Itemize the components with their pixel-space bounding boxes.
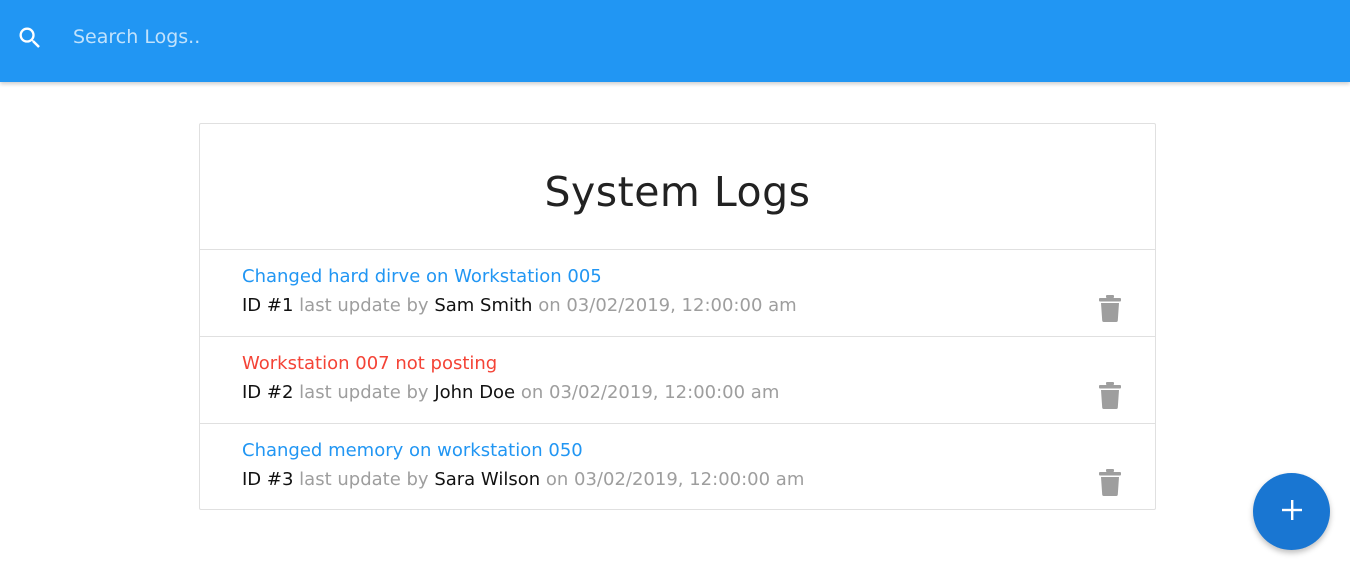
last-update-label: last update by xyxy=(299,295,429,316)
logs-header: System Logs xyxy=(200,124,1155,250)
search-input[interactable] xyxy=(73,20,1273,54)
delete-icon[interactable] xyxy=(1099,382,1121,409)
log-message-link[interactable]: Changed memory on workstation 050 xyxy=(242,440,583,461)
page-title: System Logs xyxy=(544,167,811,216)
log-item: Changed hard dirve on Workstation 005 ID… xyxy=(200,250,1155,337)
log-id: ID #2 xyxy=(242,382,294,403)
log-tech: John Doe xyxy=(434,382,516,403)
log-meta: ID #3 last update by Sara Wilson on 03/0… xyxy=(242,469,804,490)
search-icon[interactable] xyxy=(16,24,44,52)
log-meta: ID #2 last update by John Doe on 03/02/2… xyxy=(242,382,779,403)
add-log-button[interactable] xyxy=(1253,473,1330,550)
logs-collection: System Logs Changed hard dirve on Workst… xyxy=(199,123,1156,510)
on-label: on xyxy=(545,469,569,490)
on-label: on xyxy=(538,295,561,316)
delete-icon[interactable] xyxy=(1099,469,1121,496)
add-icon xyxy=(1281,499,1303,525)
log-id: ID #3 xyxy=(242,469,294,490)
log-id: ID #1 xyxy=(242,295,294,316)
log-date: 03/02/2019, 12:00:00 am xyxy=(566,295,797,316)
delete-icon[interactable] xyxy=(1099,295,1121,322)
log-date: 03/02/2019, 12:00:00 am xyxy=(549,382,780,403)
log-meta: ID #1 last update by Sam Smith on 03/02/… xyxy=(242,295,797,316)
log-message-link[interactable]: Changed hard dirve on Workstation 005 xyxy=(242,266,602,287)
log-item: Changed memory on workstation 050 ID #3 … xyxy=(200,424,1155,511)
log-item: Workstation 007 not posting ID #2 last u… xyxy=(200,337,1155,424)
top-navbar xyxy=(0,0,1350,82)
on-label: on xyxy=(520,382,544,403)
last-update-label: last update by xyxy=(299,382,429,403)
last-update-label: last update by xyxy=(299,469,429,490)
log-message-link[interactable]: Workstation 007 not posting xyxy=(242,353,497,374)
log-date: 03/02/2019, 12:00:00 am xyxy=(574,469,805,490)
log-tech: Sam Smith xyxy=(434,295,533,316)
log-tech: Sara Wilson xyxy=(434,469,541,490)
